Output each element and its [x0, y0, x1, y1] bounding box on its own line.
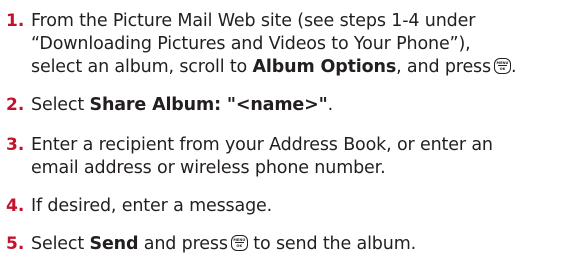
- step-text: From the Picture Mail Web site (see step…: [31, 10, 517, 79]
- step-number: 4.: [6, 196, 25, 216]
- step-text-segment: and press: [138, 234, 228, 254]
- step-1: 1. From the Picture Mail Web site (see s…: [0, 10, 517, 79]
- step-2: 2. Select Share Album: "<name>".: [0, 94, 333, 117]
- step-text-segment: select an album, scroll to: [31, 57, 253, 77]
- step-text: Enter a recipient from your Address Book…: [31, 134, 493, 180]
- send-label: Send: [89, 234, 139, 254]
- step-text: If desired, enter a message.: [31, 196, 273, 216]
- menu-key-bottom-label: OK: [499, 66, 506, 71]
- step-3: 3. Enter a recipient from your Address B…: [0, 134, 493, 180]
- album-options-label: Album Options: [252, 57, 397, 77]
- step-number: 5.: [6, 234, 25, 254]
- step-text-segment: .: [327, 95, 334, 115]
- step-number: 2.: [6, 95, 25, 115]
- step-text-segment: to send the album.: [247, 234, 417, 254]
- step-text: Select Share Album: "<name>".: [31, 94, 333, 117]
- step-text-segment: , and press: [396, 57, 491, 77]
- step-5: 5. Select Send and press MENU OK to send t…: [0, 233, 416, 256]
- step-text: Select Send and press MENU OK to send the …: [31, 233, 416, 256]
- step-line: email address or wireless phone number.: [31, 158, 386, 178]
- step-line: select an album, scroll to Album Options…: [31, 56, 517, 79]
- step-line: From the Picture Mail Web site (see step…: [31, 11, 476, 31]
- step-text-segment: Select: [31, 234, 90, 254]
- menu-ok-key-icon: MENU OK: [230, 235, 248, 251]
- step-line: Enter a recipient from your Address Book…: [31, 135, 493, 155]
- step-text-segment: .: [511, 57, 517, 77]
- step-number: 3.: [6, 135, 25, 155]
- step-4: 4. If desired, enter a message.: [0, 195, 272, 218]
- share-album-label: Share Album: "<name>": [89, 95, 328, 115]
- menu-key-bottom-label: OK: [236, 243, 243, 248]
- menu-ok-key-icon: MENU OK: [494, 58, 511, 74]
- step-line: “Downloading Pictures and Videos to Your…: [31, 34, 471, 54]
- step-text-segment: Select: [31, 95, 90, 115]
- step-number: 1.: [6, 11, 25, 31]
- instruction-steps: 1. From the Picture Mail Web site (see s…: [0, 0, 570, 258]
